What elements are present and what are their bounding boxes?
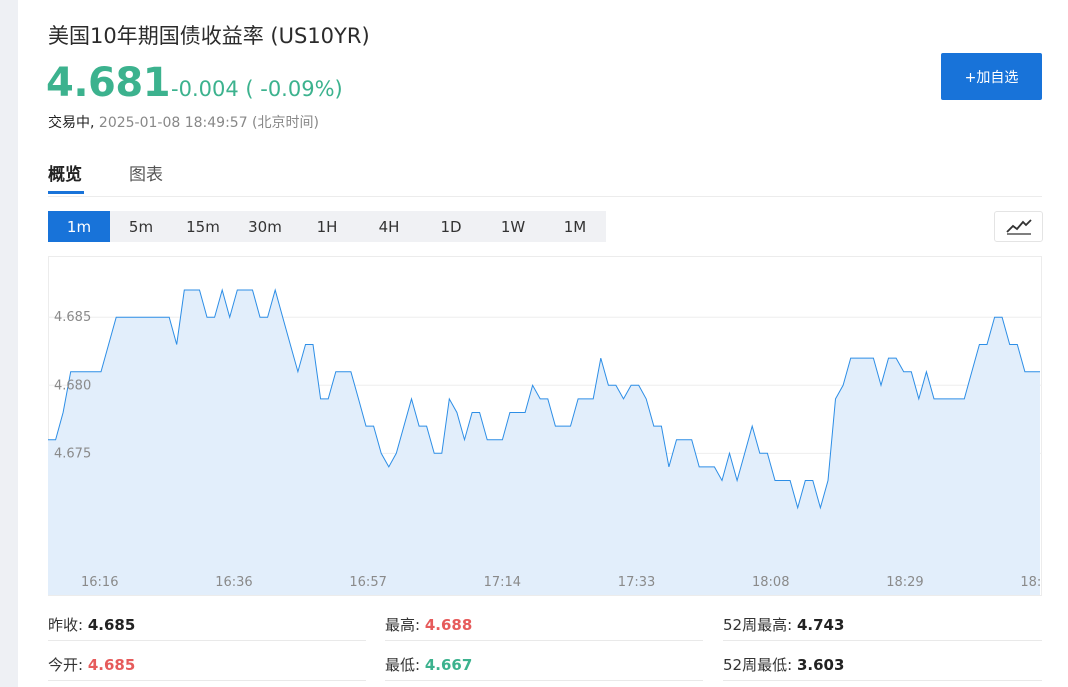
interval-selector: 1m 5m 15m 30m 1H 4H 1D 1W 1M [48, 211, 606, 242]
x-tick-label: 18:08 [752, 575, 789, 590]
stat-label: 今开: [48, 656, 84, 674]
stat-prev-close: 昨收: 4.685 [48, 614, 135, 635]
stat-label: 最高: [385, 616, 421, 634]
x-tick-label: 18:29 [886, 575, 923, 590]
stats-grid: 昨收: 4.685 最高: 4.688 52周最高: 4.743 今开: 4.6… [48, 606, 1042, 687]
stat-low: 最低: 4.667 [385, 654, 472, 675]
status-label: 交易中, [48, 115, 95, 131]
tab-chart[interactable]: 图表 [129, 160, 163, 185]
status-datetime: 2025-01-08 18:49:57 (北京时间) [98, 115, 319, 131]
stat-52w-high: 52周最高: 4.743 [723, 614, 844, 635]
x-tick-label: 17:33 [618, 575, 655, 590]
divider [48, 680, 366, 681]
interval-30m[interactable]: 30m [234, 211, 296, 242]
divider [48, 640, 366, 641]
interval-1w[interactable]: 1W [482, 211, 544, 242]
divider [385, 640, 703, 641]
x-tick-label: 16:16 [81, 575, 118, 590]
divider [723, 640, 1042, 641]
stat-value: 4.667 [424, 656, 473, 674]
y-tick-label: 4.680 [54, 378, 91, 393]
divider [723, 680, 1042, 681]
x-tick-label: 17:14 [484, 575, 521, 590]
x-tick-label: 18:4 [1020, 575, 1042, 590]
chart-svg: 4.685 4.680 4.675 16:16 16:36 16:57 17:14 17:33… [48, 256, 1050, 596]
y-tick-label: 4.685 [54, 310, 91, 325]
line-chart-icon [1005, 218, 1032, 235]
tab-bar: 概览 图表 [48, 158, 1042, 197]
stat-value: 4.685 [87, 656, 136, 674]
stat-label: 最低: [385, 656, 421, 674]
chart-type-button[interactable] [994, 211, 1043, 242]
stat-52w-low: 52周最低: 3.603 [723, 654, 844, 675]
interval-1m[interactable]: 1m [48, 211, 110, 242]
page-title: 美国10年期国债收益率 (US10YR) [48, 20, 370, 50]
x-tick-label: 16:57 [349, 575, 386, 590]
interval-1mo[interactable]: 1M [544, 211, 606, 242]
tab-overview[interactable]: 概览 [48, 160, 82, 185]
stat-value: 4.685 [87, 616, 136, 634]
stat-label: 52周最高: [723, 616, 793, 634]
stat-label: 昨收: [48, 616, 84, 634]
instrument-name: 美国10年期国债收益率 [48, 24, 264, 48]
add-to-watchlist-button[interactable]: +加自选 [941, 53, 1042, 100]
current-price: 4.681 [46, 60, 171, 106]
interval-1d[interactable]: 1D [420, 211, 482, 242]
price-change: -0.004 ( -0.09%) [171, 77, 343, 101]
stat-high: 最高: 4.688 [385, 614, 472, 635]
interval-4h[interactable]: 4H [358, 211, 420, 242]
stat-label: 52周最低: [723, 656, 793, 674]
interval-1h[interactable]: 1H [296, 211, 358, 242]
left-sidebar-strip [0, 0, 18, 687]
interval-5m[interactable]: 5m [110, 211, 172, 242]
divider [385, 680, 703, 681]
x-tick-label: 16:36 [215, 575, 252, 590]
trading-status: 交易中, 2025-01-08 18:49:57 (北京时间) [48, 112, 319, 132]
stat-value: 4.743 [796, 616, 845, 634]
stat-value: 3.603 [796, 656, 845, 674]
instrument-symbol: (US10YR) [270, 24, 370, 48]
y-tick-label: 4.675 [54, 446, 91, 461]
stat-value: 4.688 [424, 616, 473, 634]
price-chart[interactable]: 4.685 4.680 4.675 16:16 16:36 16:57 17:14 17:33… [48, 256, 1050, 596]
interval-15m[interactable]: 15m [172, 211, 234, 242]
active-tab-indicator [48, 191, 84, 194]
stat-open: 今开: 4.685 [48, 654, 135, 675]
